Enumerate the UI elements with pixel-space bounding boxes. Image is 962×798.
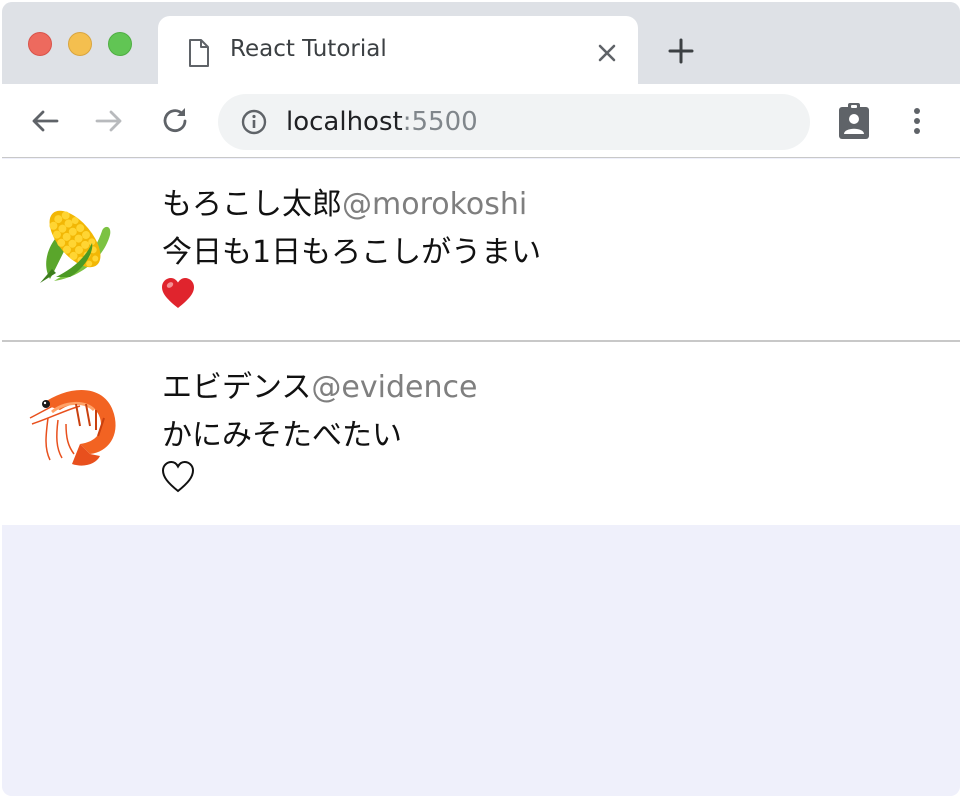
tweet-content: かにみそたべたい [162, 418, 402, 453]
heart-filled-icon[interactable] [160, 276, 196, 312]
display-name: エビデンス [162, 370, 312, 405]
forward-arrow-icon[interactable] [92, 104, 126, 138]
tweet-header: もろこし太郎@morokoshi [162, 179, 527, 223]
document-icon [189, 39, 209, 67]
minimize-window-button[interactable] [68, 32, 92, 56]
more-vert-icon[interactable] [902, 104, 932, 138]
address-bar[interactable]: localhost:5500 [218, 94, 810, 150]
tab-react-tutorial[interactable]: React Tutorial [158, 16, 638, 84]
close-window-button[interactable] [28, 32, 52, 56]
url-host: localhost [286, 107, 403, 137]
back-arrow-icon[interactable] [28, 104, 62, 138]
shrimp-icon [29, 390, 116, 466]
user-handle[interactable]: @evidence [311, 370, 477, 405]
zoom-window-button[interactable] [108, 32, 132, 56]
close-icon[interactable] [592, 38, 622, 68]
browser-window: React Tutorial localhost:5500 もろこし太郎@mor… [2, 2, 960, 796]
display-name: もろこし太郎 [162, 187, 342, 222]
page-content: もろこし太郎@morokoshi 今日も1日もろこしがうまい エビデンス@evi… [2, 159, 960, 796]
browser-toolbar: localhost:5500 [2, 84, 960, 158]
user-handle[interactable]: @morokoshi [342, 187, 527, 222]
corn-icon [40, 210, 111, 283]
tweet-header: エビデンス@evidence [162, 362, 477, 406]
tab-title: React Tutorial [230, 36, 387, 62]
reload-icon[interactable] [158, 104, 192, 138]
tweet-item: エビデンス@evidence かにみそたべたい [2, 342, 960, 525]
tweet-content: 今日も1日もろこしがうまい [162, 235, 542, 270]
tweet-item: もろこし太郎@morokoshi 今日も1日もろこしがうまい [2, 159, 960, 342]
new-tab-icon[interactable] [666, 36, 696, 66]
tab-strip: React Tutorial [2, 2, 960, 84]
info-icon[interactable] [240, 108, 268, 136]
heart-outline-icon[interactable] [160, 459, 196, 495]
clipboard-account-icon[interactable] [836, 102, 872, 140]
url-port: :5500 [402, 107, 478, 137]
url-text: localhost:5500 [286, 107, 478, 137]
